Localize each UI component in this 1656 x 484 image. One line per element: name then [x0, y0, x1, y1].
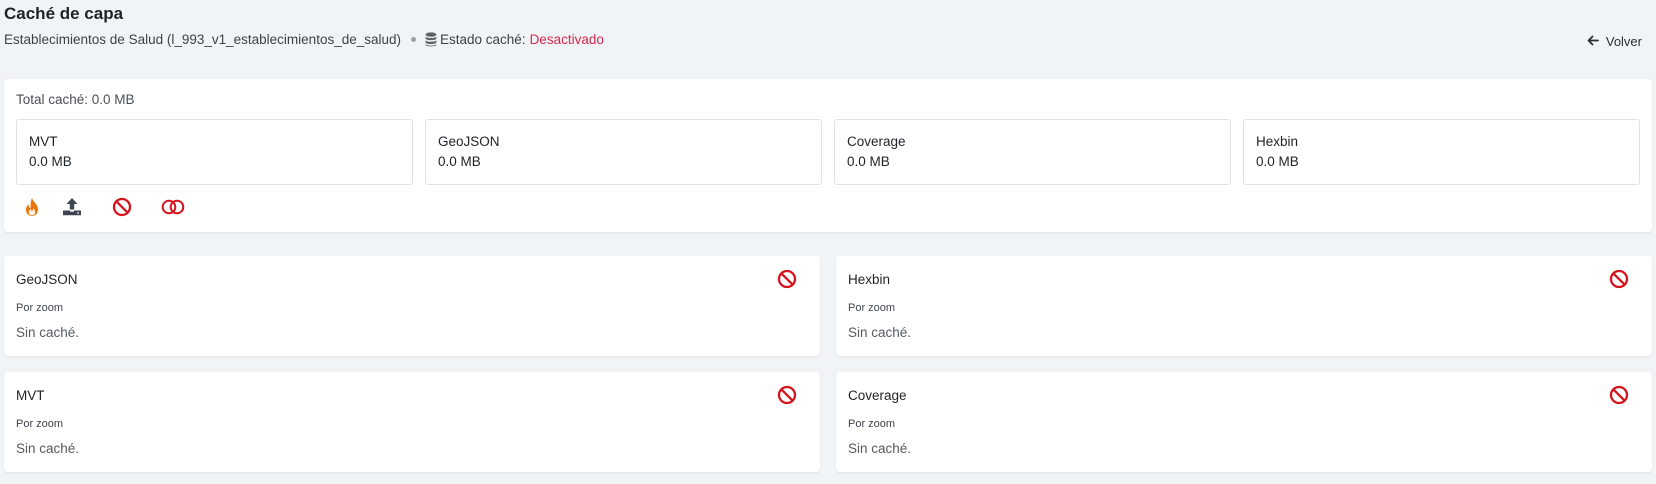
database-icon [425, 32, 437, 47]
cache-type-title: Coverage [848, 388, 907, 403]
toggle-cache-button[interactable] [160, 196, 186, 220]
cache-type-mvt: MVT Por zoom Sin caché. [4, 372, 820, 472]
stat-name: Hexbin [1256, 134, 1299, 149]
layer-info: Establecimientos de Salud (l_993_v1_esta… [4, 32, 604, 47]
warm-cache-button[interactable] [20, 196, 44, 220]
cache-type-title: GeoJSON [16, 272, 78, 287]
cache-type-subtitle: Por zoom [848, 302, 896, 314]
clear-mvt-cache-button[interactable] [776, 385, 798, 407]
stat-hexbin: Hexbin 0.0 MB [1243, 119, 1640, 185]
cache-type-empty: Sin caché. [16, 325, 80, 340]
cache-type-subtitle: Por zoom [16, 418, 64, 430]
ban-icon [777, 269, 797, 292]
cache-type-title: MVT [16, 388, 45, 403]
ban-icon [1609, 385, 1629, 408]
cache-type-empty: Sin caché. [848, 325, 912, 340]
arrow-left-icon [1587, 34, 1606, 49]
back-label: Volver [1605, 34, 1642, 49]
stat-name: GeoJSON [438, 134, 500, 149]
stat-geojson: GeoJSON 0.0 MB [425, 119, 822, 185]
cache-type-empty: Sin caché. [16, 441, 80, 456]
stat-name: Coverage [847, 134, 906, 149]
stat-coverage: Coverage 0.0 MB [834, 119, 1231, 185]
cache-status-value: Desactivado [529, 32, 604, 47]
cache-type-title: Hexbin [848, 272, 891, 287]
stat-name: MVT [29, 134, 58, 149]
back-button[interactable]: Volver [1587, 34, 1642, 49]
stat-value: 0.0 MB [29, 154, 72, 169]
ban-icon [112, 197, 132, 220]
cache-type-hexbin: Hexbin Por zoom Sin caché. [836, 256, 1652, 356]
cache-type-subtitle: Por zoom [16, 302, 64, 314]
cache-summary-card: Total caché: 0.0 MB MVT 0.0 MB GeoJSON 0… [4, 79, 1652, 232]
separator-dot [411, 37, 416, 42]
total-cache-label: Total caché: 0.0 MB [16, 92, 135, 107]
upload-cache-button[interactable] [60, 196, 84, 220]
cache-type-empty: Sin caché. [848, 441, 912, 456]
toggle-icon [161, 199, 185, 218]
cache-type-geojson: GeoJSON Por zoom Sin caché. [4, 256, 820, 356]
flame-icon [24, 197, 40, 220]
stat-value: 0.0 MB [847, 154, 890, 169]
upload-icon [62, 197, 82, 219]
ban-icon [777, 385, 797, 408]
stat-value: 0.0 MB [1256, 154, 1299, 169]
clear-geojson-cache-button[interactable] [776, 269, 798, 291]
clear-coverage-cache-button[interactable] [1608, 385, 1630, 407]
ban-icon [1609, 269, 1629, 292]
clear-hexbin-cache-button[interactable] [1608, 269, 1630, 291]
stat-mvt: MVT 0.0 MB [16, 119, 413, 185]
layer-name: Establecimientos de Salud (l_993_v1_esta… [4, 32, 401, 47]
disable-cache-button[interactable] [110, 196, 134, 220]
cache-type-coverage: Coverage Por zoom Sin caché. [836, 372, 1652, 472]
page-title: Caché de capa [4, 4, 124, 23]
cache-status-label: Estado caché: [440, 32, 526, 47]
stat-value: 0.0 MB [438, 154, 481, 169]
cache-type-subtitle: Por zoom [848, 418, 896, 430]
